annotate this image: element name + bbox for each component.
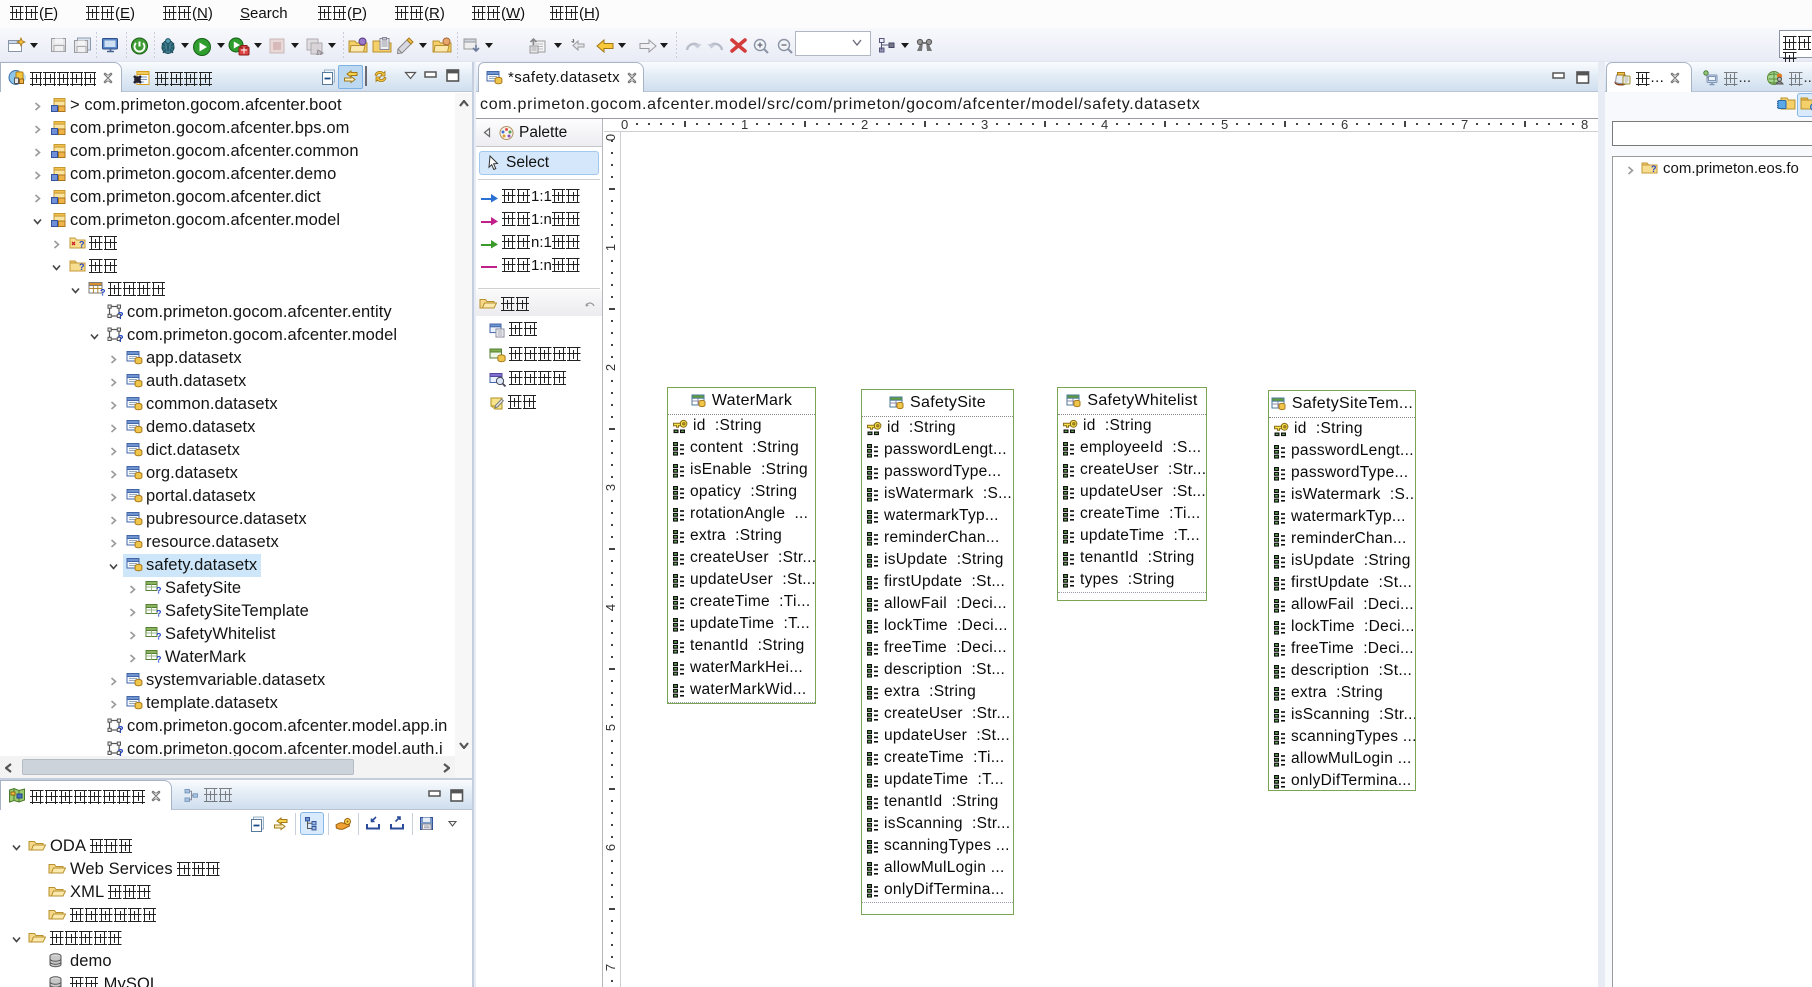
svg-text:?: ? <box>156 586 162 595</box>
svg-text:?: ? <box>118 748 124 756</box>
svg-text:?: ? <box>156 632 162 641</box>
svg-text:?: ? <box>100 288 106 297</box>
svg-text:?: ? <box>1651 164 1657 174</box>
svg-text:?: ? <box>118 311 124 319</box>
svg-text:?: ? <box>156 655 162 664</box>
svg-text:?: ? <box>118 334 124 342</box>
svg-text:?: ? <box>79 262 85 272</box>
svg-text:?: ? <box>156 609 162 618</box>
svg-text:?: ? <box>118 725 124 733</box>
svg-text:?: ? <box>79 240 85 250</box>
